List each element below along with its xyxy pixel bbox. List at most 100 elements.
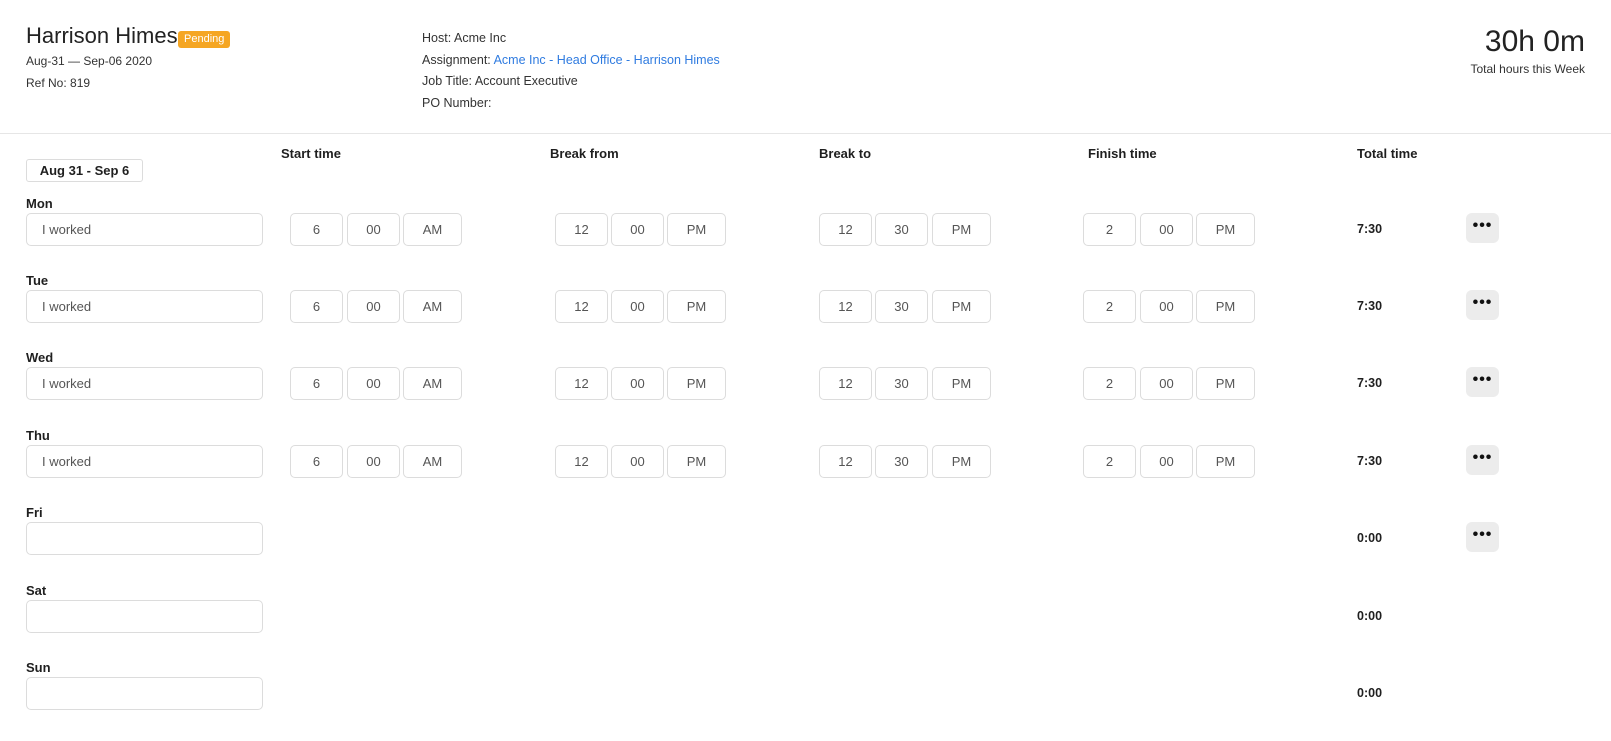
more-options-button[interactable]: ••• [1466,213,1499,243]
break-from-minute-input[interactable]: 00 [611,213,664,246]
break-to-minute-input[interactable]: 30 [875,213,928,246]
start-hour-input[interactable]: 6 [290,367,343,400]
day-row-mon: Mon I worked 6 00 AM 12 00 PM 12 30 PM 2 00 PM 7:30 ••• [0,196,1611,273]
assignment-label: Assignment: [422,53,491,67]
day-row-thu: Thu I worked 6 00 AM 12 00 PM 12 30 PM 2 00 PM 7:30 ••• [0,428,1611,505]
note-input[interactable]: I worked [26,367,263,400]
start-minute-input[interactable]: 00 [347,367,400,400]
total-time-value: 0:00 [1357,686,1383,700]
break-from-ampm-input[interactable]: PM [667,445,726,478]
more-options-button[interactable]: ••• [1466,290,1499,320]
day-row-sun: Sun 0:00 [0,660,1611,737]
day-label: Tue [26,273,49,288]
break-to-hour-input[interactable]: 12 [819,290,872,323]
column-header-finish-time: Finish time [1088,146,1157,161]
break-to-ampm-input[interactable]: PM [932,445,991,478]
more-options-button[interactable]: ••• [1466,367,1499,397]
start-hour-input[interactable]: 6 [290,445,343,478]
break-from-minute-input[interactable]: 00 [611,290,664,323]
start-ampm-input[interactable]: AM [403,290,462,323]
break-from-hour-input[interactable]: 12 [555,367,608,400]
day-label: Wed [26,350,54,365]
more-options-button[interactable]: ••• [1466,445,1499,475]
po-number-info: PO Number: [422,96,491,110]
break-from-hour-input[interactable]: 12 [555,290,608,323]
note-input[interactable] [26,677,263,710]
break-to-ampm-input[interactable]: PM [932,290,991,323]
ref-number: Ref No: 819 [26,76,91,90]
finish-minute-input[interactable]: 00 [1140,367,1193,400]
status-badge: Pending [178,31,231,48]
finish-ampm-input[interactable]: PM [1196,367,1255,400]
total-time-value: 7:30 [1357,376,1383,390]
finish-hour-input[interactable]: 2 [1083,445,1136,478]
break-to-minute-input[interactable]: 30 [875,367,928,400]
finish-hour-input[interactable]: 2 [1083,213,1136,246]
date-range: Aug-31 — Sep-06 2020 [26,54,153,68]
total-time-value: 7:30 [1357,454,1383,468]
finish-minute-input[interactable]: 00 [1140,290,1193,323]
finish-minute-input[interactable]: 00 [1140,213,1193,246]
break-from-hour-input[interactable]: 12 [555,445,608,478]
column-header-start-time: Start time [281,146,341,161]
note-input[interactable]: I worked [26,213,263,246]
day-row-wed: Wed I worked 6 00 AM 12 00 PM 12 30 PM 2 00 PM 7:30 ••• [0,350,1611,427]
total-time-value: 0:00 [1357,531,1383,545]
start-minute-input[interactable]: 00 [347,213,400,246]
column-header-break-to: Break to [819,146,872,161]
start-minute-input[interactable]: 00 [347,290,400,323]
host-value: Acme Inc [453,31,507,45]
total-hours: 30h 0m [1484,25,1585,58]
total-hours-caption: Total hours this Week [1470,62,1586,76]
day-label: Fri [26,505,43,520]
job-title-info: Job Title: Account Executive [422,74,578,88]
note-input[interactable]: I worked [26,445,263,478]
note-input[interactable]: I worked [26,290,263,323]
break-from-ampm-input[interactable]: PM [667,367,726,400]
break-from-minute-input[interactable]: 00 [611,445,664,478]
break-from-ampm-input[interactable]: PM [667,290,726,323]
po-number-label: PO Number: [422,96,492,110]
day-row-sat: Sat 0:00 [0,583,1611,660]
break-from-ampm-input[interactable]: PM [667,213,726,246]
finish-ampm-input[interactable]: PM [1196,290,1255,323]
total-time-value: 0:00 [1357,609,1383,623]
start-ampm-input[interactable]: AM [403,213,462,246]
total-time-value: 7:30 [1357,222,1383,236]
host-label: Host: [422,31,452,45]
finish-ampm-input[interactable]: PM [1196,445,1255,478]
break-from-minute-input[interactable]: 00 [611,367,664,400]
week-range-tab[interactable]: Aug 31 - Sep 6 [26,159,143,182]
finish-minute-input[interactable]: 00 [1140,445,1193,478]
note-input[interactable] [26,600,263,633]
break-from-hour-input[interactable]: 12 [555,213,608,246]
note-input[interactable] [26,522,263,555]
more-options-button[interactable]: ••• [1466,522,1499,552]
column-header-total-time: Total time [1357,146,1418,161]
start-minute-input[interactable]: 00 [347,445,400,478]
break-to-hour-input[interactable]: 12 [819,445,872,478]
day-label: Mon [26,196,53,211]
break-to-minute-input[interactable]: 30 [875,290,928,323]
job-title-label: Job Title: [422,74,473,88]
start-hour-input[interactable]: 6 [290,213,343,246]
total-time-value: 7:30 [1357,299,1383,313]
break-to-hour-input[interactable]: 12 [819,367,872,400]
start-ampm-input[interactable]: AM [403,367,462,400]
break-to-hour-input[interactable]: 12 [819,213,872,246]
job-title-value: Account Executive [474,74,578,88]
day-label: Sun [26,660,51,675]
start-ampm-input[interactable]: AM [403,445,462,478]
employee-name: Harrison Himes [26,23,178,48]
finish-ampm-input[interactable]: PM [1196,213,1255,246]
break-to-minute-input[interactable]: 30 [875,445,928,478]
timesheet-header: Harrison Himes Pending Aug-31 — Sep-06 2… [0,0,1611,134]
finish-hour-input[interactable]: 2 [1083,290,1136,323]
finish-hour-input[interactable]: 2 [1083,367,1136,400]
break-to-ampm-input[interactable]: PM [932,213,991,246]
day-label: Sat [26,583,47,598]
assignment-link[interactable]: Acme Inc - Head Office - Harrison Himes [494,53,720,67]
day-row-fri: Fri 0:00 ••• [0,505,1611,582]
break-to-ampm-input[interactable]: PM [932,367,991,400]
start-hour-input[interactable]: 6 [290,290,343,323]
